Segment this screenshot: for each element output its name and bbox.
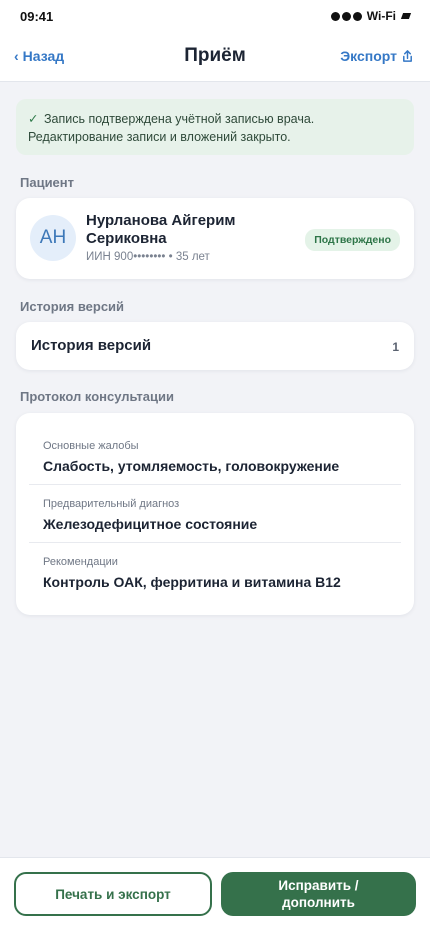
field-label: Рекомендации: [43, 556, 118, 568]
field-value: Железодефицитное состояние: [43, 516, 258, 532]
status-indicators: Wi-Fi: [330, 9, 412, 23]
protocol-card: Основные жалобы Слабость, утомляемость, …: [16, 413, 414, 615]
patient-card[interactable]: АН Нурланова Айгерим Сериковна ИИН 900••…: [16, 198, 414, 279]
status-bar: 09:41 Wi-Fi: [0, 0, 430, 34]
patient-name: Нурланова Айгерим Сериковна: [86, 212, 236, 247]
network-label: Wi-Fi: [366, 9, 396, 23]
patient-meta: ИИН 900•••••••• • 35 лет: [86, 251, 210, 263]
field-value: Контроль ОАК, ферритина и витамина B12: [43, 574, 341, 590]
print-export-button[interactable]: Печать и экспорт: [14, 872, 212, 916]
status-badge: Подтверждено: [305, 229, 400, 251]
history-section-label: История версий: [20, 299, 125, 314]
confirmation-notice: ✓ Запись подтверждена учётной записью вр…: [16, 99, 414, 155]
status-time: 09:41: [20, 9, 54, 24]
patient-section-label: Пациент: [20, 175, 75, 190]
signal-icon: [330, 11, 362, 21]
recommendations-field: Рекомендации Контроль ОАК, ферритина и в…: [29, 543, 401, 601]
share-icon: [403, 49, 412, 62]
export-label: Экспорт: [340, 48, 397, 64]
version-history-title: История версий: [31, 337, 152, 354]
bottom-action-bar: Печать и экспорт Исправить / дополнить: [0, 857, 430, 932]
diagnosis-field: Предварительный диагноз Железодефицитное…: [29, 485, 401, 543]
export-button[interactable]: Экспорт: [340, 48, 414, 64]
field-label: Предварительный диагноз: [43, 498, 180, 510]
field-value: Слабость, утомляемость, головокружение: [43, 458, 340, 474]
complaints-field: Основные жалобы Слабость, утомляемость, …: [29, 427, 401, 485]
field-label: Основные жалобы: [43, 440, 139, 452]
version-history-row[interactable]: История версий 1: [16, 322, 414, 370]
battery-icon: [400, 13, 412, 19]
navigation-bar: ‹ Назад Приём Экспорт: [0, 34, 430, 82]
version-count: 1: [392, 340, 399, 354]
notice-line-2: Редактирование записи и вложений закрыто…: [28, 130, 291, 144]
avatar: АН: [30, 215, 76, 261]
edit-supplement-button[interactable]: Исправить / дополнить: [221, 872, 416, 916]
check-icon: ✓: [28, 112, 39, 126]
protocol-section-label: Протокол консультации: [20, 389, 174, 404]
notice-line-1: ✓ Запись подтверждена учётной записью вр…: [28, 112, 315, 126]
